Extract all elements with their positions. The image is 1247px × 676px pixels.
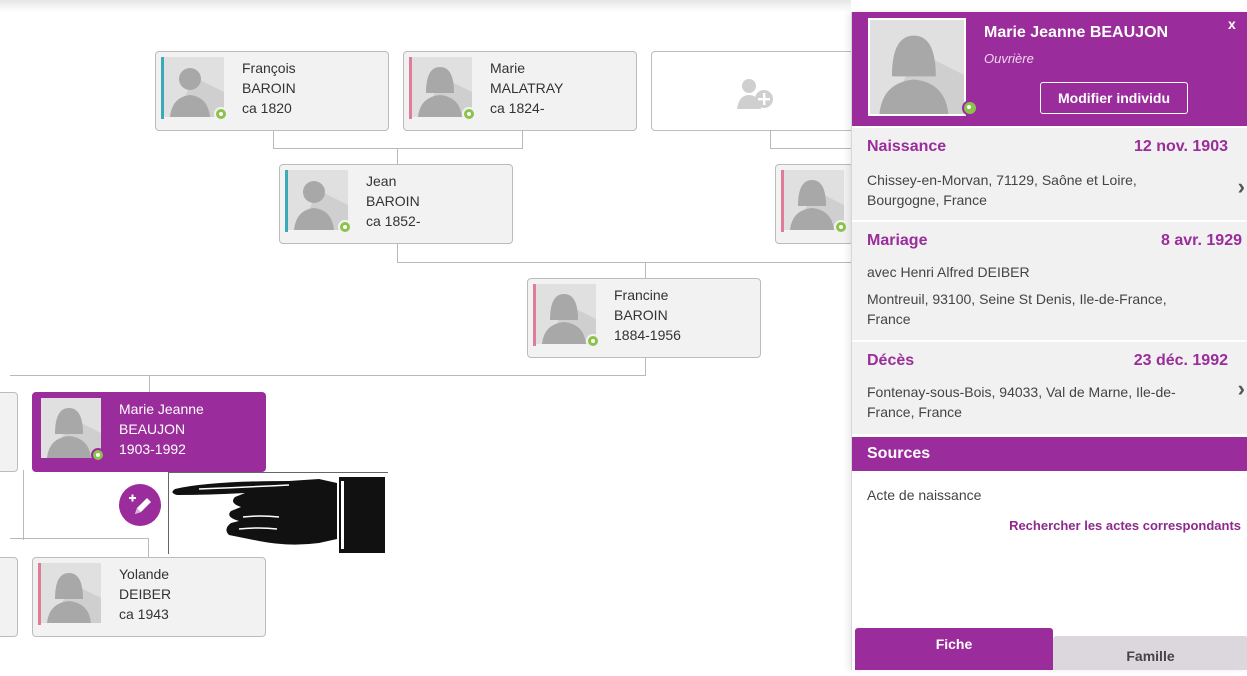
connector — [10, 538, 149, 557]
edit-person-button[interactable] — [119, 484, 161, 526]
status-badge — [834, 220, 848, 234]
dates: ca 1852- — [366, 213, 421, 229]
avatar — [784, 170, 844, 230]
person-info: François BAROIN ca 1820 — [242, 58, 296, 118]
dates: ca 1824- — [490, 100, 545, 116]
event-date: 8 avr. 1929 — [1161, 232, 1242, 249]
event-place: Fontenay-sous-Bois, 94033, Val de Marne,… — [867, 384, 1176, 400]
person-info: Jean BAROIN ca 1852- — [366, 171, 420, 231]
connector — [645, 262, 646, 278]
avatar — [412, 57, 472, 117]
event-birth[interactable]: Naissance 12 nov. 1903 Chissey-en-Morvan… — [852, 128, 1247, 222]
panel-header: Marie Jeanne BEAUJON Ouvrière x Modifier… — [852, 12, 1247, 126]
avatar — [164, 57, 224, 117]
connector — [397, 244, 895, 263]
connector — [23, 470, 24, 540]
dates: 1884-1956 — [614, 327, 681, 343]
event-spouse: avec Henri Alfred DEIBER — [867, 264, 1030, 280]
last-name: BAROIN — [614, 307, 668, 323]
event-place: France, France — [867, 404, 962, 420]
tab-famille[interactable]: Famille — [1053, 636, 1247, 670]
modify-individual-button[interactable]: Modifier individu — [1040, 82, 1188, 114]
tab-fiche[interactable]: Fiche — [855, 628, 1053, 670]
event-place: Montreuil, 93100, Seine St Denis, Ile-de… — [867, 291, 1167, 307]
source-item[interactable]: Acte de naissance — [867, 487, 981, 503]
person-card-francine-baroin[interactable]: Francine BAROIN 1884-1956 — [527, 278, 761, 358]
pointing-hand-icon — [168, 472, 388, 554]
sources-title: Sources — [867, 445, 931, 462]
status-badge — [338, 220, 352, 234]
chevron-right-icon[interactable]: › — [1238, 376, 1245, 402]
person-card-marie-jeanne-beaujon[interactable]: Marie Jeanne BEAUJON 1903-1992 — [32, 392, 266, 472]
chevron-right-icon[interactable]: › — [1238, 174, 1245, 200]
last-name: BAROIN — [242, 80, 296, 96]
person-card-francois-baroin[interactable]: François BAROIN ca 1820 — [155, 51, 389, 131]
event-title: Naissance — [867, 138, 947, 155]
partial-card[interactable] — [0, 557, 18, 637]
dates: ca 1820 — [242, 100, 292, 116]
add-person-icon — [737, 77, 777, 114]
avatar-large — [868, 18, 966, 116]
add-person-card[interactable] — [651, 51, 885, 131]
last-name: DEIBER — [119, 586, 172, 602]
last-name: MALATRAY — [490, 80, 564, 96]
status-badge — [214, 107, 228, 121]
status-badge — [586, 334, 600, 348]
avatar — [288, 170, 348, 230]
event-marriage[interactable]: Mariage 8 avr. 1929 avec Henri Alfred DE… — [852, 222, 1247, 342]
top-shadow — [0, 0, 851, 12]
avatar — [536, 284, 596, 344]
avatar — [41, 398, 101, 458]
avatar — [41, 563, 101, 623]
event-place: France — [867, 311, 911, 327]
person-name: Marie Jeanne BEAUJON — [984, 24, 1169, 41]
person-info: Yolande DEIBER ca 1943 — [119, 564, 171, 624]
partial-card[interactable] — [0, 392, 18, 472]
person-detail-panel: Marie Jeanne BEAUJON Ouvrière x Modifier… — [851, 12, 1247, 670]
first-name: Jean — [366, 173, 397, 189]
close-button[interactable]: x — [1228, 16, 1236, 32]
event-death[interactable]: Décès 23 déc. 1992 Fontenay-sous-Bois, 9… — [852, 342, 1247, 436]
person-occupation: Ouvrière — [984, 51, 1034, 66]
person-card-yolande-deiber[interactable]: Yolande DEIBER ca 1943 — [32, 557, 266, 637]
first-name: François — [242, 60, 296, 76]
connector — [10, 357, 646, 376]
status-badge — [462, 107, 476, 121]
person-info: Marie Jeanne BEAUJON 1903-1992 — [119, 399, 204, 459]
connector — [273, 130, 523, 149]
event-title: Mariage — [867, 232, 928, 249]
connector — [397, 148, 398, 164]
event-date: 23 déc. 1992 — [1133, 352, 1228, 369]
person-info: Marie MALATRAY ca 1824- — [490, 58, 563, 118]
last-name: BEAUJON — [119, 421, 186, 437]
person-card-marie-malatray[interactable]: Marie MALATRAY ca 1824- — [403, 51, 637, 131]
event-title: Décès — [867, 352, 915, 369]
connector — [770, 130, 852, 149]
status-badge — [91, 448, 105, 462]
person-card-jean-baroin[interactable]: Jean BAROIN ca 1852- — [279, 164, 513, 244]
connector — [149, 375, 150, 392]
search-records-link[interactable]: Rechercher les actes correspondants — [1009, 518, 1241, 533]
dates: 1903-1992 — [119, 441, 186, 457]
event-place: Bourgogne, France — [867, 192, 987, 208]
status-badge — [962, 100, 978, 116]
event-date: 12 nov. 1903 — [1134, 138, 1228, 155]
event-place: Chissey-en-Morvan, 71129, Saône et Loire… — [867, 172, 1137, 188]
sources-header: Sources — [852, 437, 1247, 471]
pencil-plus-icon — [129, 494, 151, 514]
first-name: Francine — [614, 287, 669, 303]
first-name: Marie Jeanne — [119, 401, 204, 417]
last-name: BAROIN — [366, 193, 420, 209]
dates: ca 1943 — [119, 606, 169, 622]
first-name: Yolande — [119, 566, 170, 582]
first-name: Marie — [490, 60, 526, 76]
person-info: Francine BAROIN 1884-1956 — [614, 285, 681, 345]
